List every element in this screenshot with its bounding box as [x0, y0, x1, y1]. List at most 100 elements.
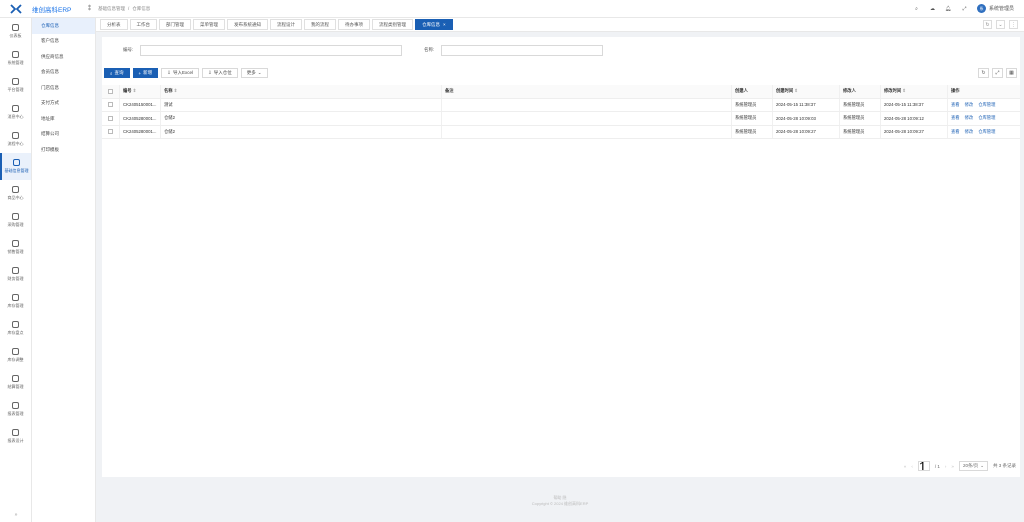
row-checkbox[interactable]	[102, 98, 120, 111]
submenu-item-print[interactable]: 打印模板	[32, 142, 95, 158]
header-name[interactable]: 名称 ⇕	[161, 85, 442, 98]
cell-name: 仓储2	[161, 112, 442, 125]
header-code[interactable]: 编号 ⇕	[120, 85, 161, 98]
cell-creator: 系统管理员	[732, 125, 773, 138]
cart-icon	[12, 213, 19, 220]
manage-link[interactable]: 仓库管理	[978, 102, 995, 108]
page-size-select[interactable]: 20条/页 ⌄	[958, 461, 988, 471]
submenu-item-company[interactable]: 结算公司	[32, 127, 95, 143]
header-modified-time[interactable]: 修改时间 ⇕	[881, 85, 948, 98]
import-excel-button[interactable]: ⇩ 导入Excel	[161, 68, 199, 78]
action-toolbar: ⌕ 查询 + 新增 ⇩ 导入Excel ⇩ 导入仓位 更多 ⌄	[104, 68, 268, 78]
grid-icon	[12, 186, 19, 193]
rail-item-finance[interactable]: 财务管理	[0, 261, 31, 288]
submenu-item-payment[interactable]: 支付方式	[32, 96, 95, 112]
rail-item-report-design[interactable]: 报表设计	[0, 423, 31, 450]
last-page-icon[interactable]: »	[951, 464, 954, 469]
refresh-tab-icon[interactable]: ↻	[983, 20, 992, 29]
page-input[interactable]	[917, 461, 930, 471]
breadcrumb-separator: /	[128, 5, 130, 11]
main-nav-rail: 仪表板 系统管理 平台管理 消息中心 流程中心 基础信息管理 商品中心 采购管理…	[0, 18, 32, 522]
table-row: CK2405150001... 测试 系统管理员 2024-05-15 11:3…	[102, 98, 1020, 112]
close-icon[interactable]: ×	[443, 22, 446, 27]
name-input[interactable]	[441, 45, 603, 56]
wrench-icon	[12, 348, 19, 355]
manage-link[interactable]: 仓库管理	[978, 129, 995, 135]
refresh-icon[interactable]: ↻	[978, 68, 989, 78]
chevron-down-icon[interactable]: ⌄	[996, 20, 1005, 29]
select-all-checkbox[interactable]	[102, 85, 120, 98]
submenu-item-member[interactable]: 会员信息	[32, 65, 95, 81]
edit-link[interactable]: 修改	[965, 129, 974, 135]
rail-item-workflow[interactable]: 流程中心	[0, 126, 31, 153]
search-icon[interactable]: ⌕	[913, 5, 920, 12]
tab-workbench[interactable]: 工作台	[129, 19, 157, 30]
user-menu[interactable]: 系 系统管理员	[976, 4, 1014, 13]
columns-icon[interactable]: ▦	[1006, 68, 1017, 78]
view-link[interactable]: 查看	[951, 102, 960, 108]
menu-fold-icon[interactable]: ⁑	[88, 5, 98, 12]
view-link[interactable]: 查看	[951, 129, 960, 135]
tab-flow-category[interactable]: 流程类别管理	[372, 19, 413, 30]
tab-flow-design[interactable]: 流程设计	[270, 19, 302, 30]
view-link[interactable]: 查看	[951, 115, 960, 121]
first-page-icon[interactable]: «	[904, 464, 907, 469]
header-modifier: 修改人	[840, 85, 881, 98]
submenu-item-warehouse[interactable]: 仓库信息	[32, 18, 95, 34]
tab-analysis[interactable]: 分析表	[100, 19, 128, 30]
rail-item-dashboard[interactable]: 仪表板	[0, 18, 31, 45]
tab-menus[interactable]: 菜单管理	[193, 19, 225, 30]
tab-notices[interactable]: 发布系统通知	[227, 19, 268, 30]
more-button[interactable]: 更多 ⌄	[240, 68, 268, 78]
rail-item-sales[interactable]: 销售管理	[0, 234, 31, 261]
cell-created-time: 2024-05-28 10:09:27	[773, 125, 840, 138]
fullscreen-icon[interactable]: ⤢	[992, 68, 1003, 78]
cell-note	[442, 112, 732, 125]
submenu-item-customer[interactable]: 客户信息	[32, 34, 95, 50]
prev-page-icon[interactable]: ‹	[911, 464, 913, 469]
header-created-time[interactable]: 创建时间 ⇕	[773, 85, 840, 98]
rail-item-products[interactable]: 商品中心	[0, 180, 31, 207]
fullscreen-icon[interactable]: ⤢	[961, 5, 968, 12]
pagination: « ‹ / 1 › » 20条/页⌄ 共 3 条记录	[904, 461, 1016, 471]
rail-item-inventory[interactable]: 库存管理	[0, 288, 31, 315]
rail-item-platform[interactable]: 平台管理	[0, 72, 31, 99]
table-icon	[12, 429, 19, 436]
row-checkbox[interactable]	[102, 125, 120, 138]
table-row: CK2405280001... 仓储2 系统管理员 2024-05-28 10:…	[102, 125, 1020, 139]
more-icon[interactable]: ⋮	[1009, 20, 1018, 29]
collapse-rail-icon[interactable]: »	[0, 512, 32, 518]
bell-icon[interactable]: 🔔︎	[945, 5, 952, 12]
tab-warehouse[interactable]: 仓库信息 ×	[415, 19, 453, 30]
avatar: 系	[976, 4, 986, 13]
rail-item-basic-info[interactable]: 基础信息管理	[0, 153, 31, 180]
sort-icon: ⇕	[173, 88, 178, 94]
submenu-item-store[interactable]: 门店信息	[32, 80, 95, 96]
manage-link[interactable]: 仓库管理	[978, 115, 995, 121]
row-checkbox[interactable]	[102, 112, 120, 125]
edit-link[interactable]: 修改	[965, 102, 974, 108]
tab-todo[interactable]: 待办事项	[338, 19, 370, 30]
submenu-item-address[interactable]: 地址库	[32, 111, 95, 127]
rail-item-adjust[interactable]: 库存调整	[0, 342, 31, 369]
tab-my-flows[interactable]: 我的流程	[304, 19, 336, 30]
cloud-icon[interactable]: ☁	[929, 5, 936, 12]
add-button[interactable]: + 新增	[132, 68, 159, 78]
rail-item-stocktake[interactable]: 库存盘点	[0, 315, 31, 342]
import-position-button[interactable]: ⇩ 导入仓位	[201, 68, 238, 78]
submenu-item-supplier[interactable]: 供应商信息	[32, 49, 95, 65]
next-page-icon[interactable]: ›	[945, 464, 947, 469]
rail-item-purchase[interactable]: 采购管理	[0, 207, 31, 234]
tab-departments[interactable]: 部门管理	[159, 19, 191, 30]
code-input[interactable]	[140, 45, 402, 56]
rail-item-system[interactable]: 系统管理	[0, 45, 31, 72]
breadcrumb-item[interactable]: 基础信息管理	[98, 6, 125, 12]
cell-operations: 查看 修改 仓库管理	[948, 112, 1020, 125]
rail-item-messages[interactable]: 消息中心	[0, 99, 31, 126]
edit-link[interactable]: 修改	[965, 115, 974, 121]
rail-item-settlement[interactable]: 结算管理	[0, 369, 31, 396]
user-name: 系统管理员	[988, 6, 1014, 12]
chevron-down-icon: ⌄	[257, 70, 262, 75]
rail-item-reports[interactable]: 报表管理	[0, 396, 31, 423]
query-button[interactable]: ⌕ 查询	[104, 68, 130, 78]
